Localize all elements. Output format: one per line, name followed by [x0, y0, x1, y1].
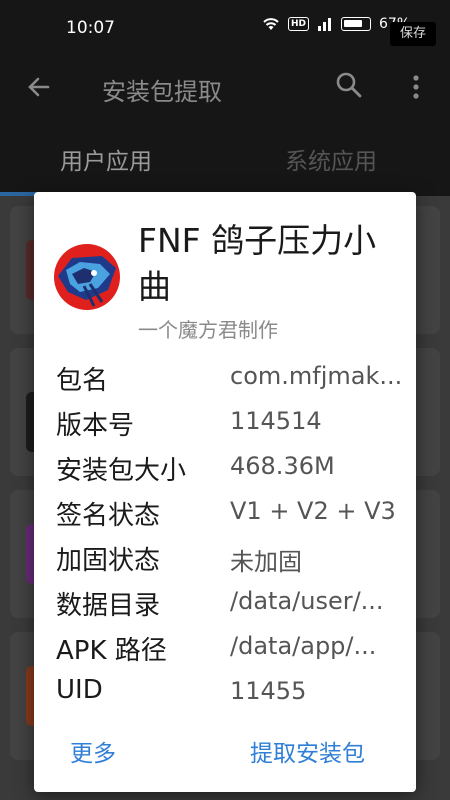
info-value[interactable]: /data/user/... — [230, 587, 384, 615]
info-row-size: 安装包大小 468.36M — [56, 446, 406, 491]
info-label: 签名状态 — [56, 501, 161, 531]
info-row-package: 包名 com.mfjmak... — [56, 356, 406, 401]
info-value: 114514 — [230, 407, 322, 435]
info-row-version: 版本号 114514 — [56, 401, 406, 446]
info-table: 包名 com.mfjmak... 版本号 114514 安装包大小 468.36… — [56, 356, 406, 716]
app-name: FNF 鸽子压力小曲 — [138, 221, 377, 306]
info-value[interactable]: /data/app/... — [230, 632, 376, 660]
info-value: 11455 — [230, 677, 307, 705]
app-description: 一个魔方君制作 — [138, 318, 278, 342]
info-label: UID — [56, 675, 103, 705]
more-button[interactable]: 更多 — [70, 734, 116, 768]
info-row-signature: 签名状态 V1 + V2 + V3 — [56, 491, 406, 536]
extract-apk-button[interactable]: 提取安装包 — [250, 734, 365, 768]
info-label: 包名 — [56, 366, 109, 396]
info-label: 加固状态 — [56, 546, 161, 576]
info-label: 数据目录 — [56, 591, 161, 621]
info-label: 安装包大小 — [56, 456, 187, 486]
info-value: 468.36M — [230, 452, 335, 480]
info-value: V1 + V2 + V3 — [230, 497, 396, 525]
app-icon — [54, 244, 120, 310]
info-row-hardening: 加固状态 未加固 — [56, 536, 406, 581]
info-value: 未加固 — [230, 548, 302, 576]
info-row-data-dir: 数据目录 /data/user/... — [56, 581, 406, 626]
app-info-dialog: FNF 鸽子压力小曲 一个魔方君制作 包名 com.mfjmak... 版本号 … — [34, 192, 416, 792]
info-row-apk-path: APK 路径 /data/app/... — [56, 626, 406, 671]
info-label: APK 路径 — [56, 636, 167, 666]
info-row-uid: UID 11455 — [56, 671, 406, 716]
info-value[interactable]: com.mfjmak... — [230, 362, 402, 390]
info-label: 版本号 — [56, 411, 135, 441]
